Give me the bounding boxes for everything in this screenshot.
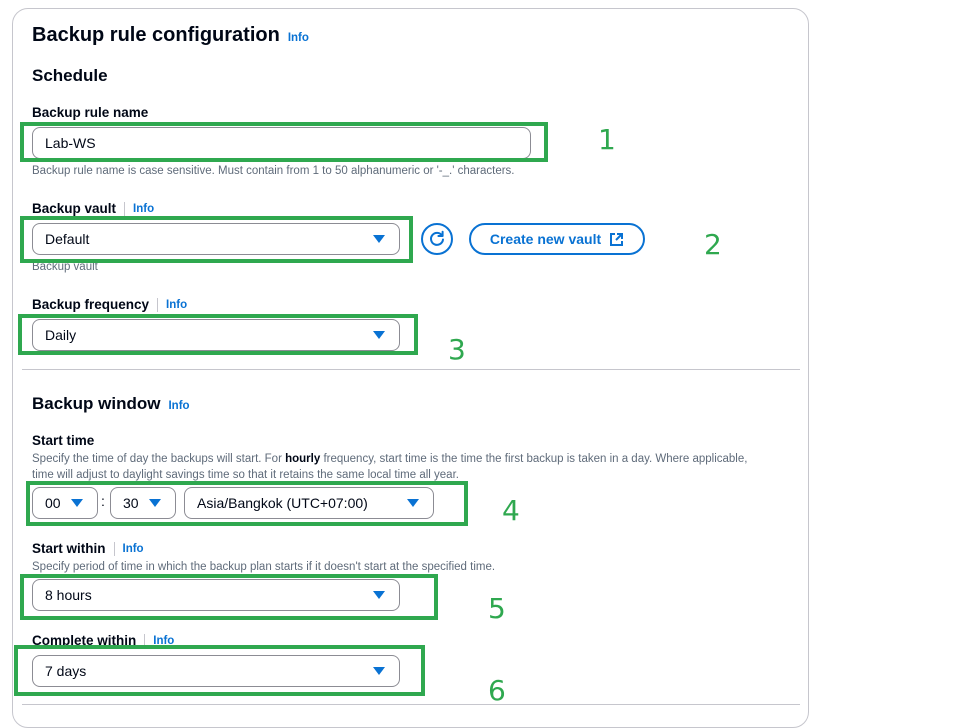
page-title: Backup rule configuration — [32, 24, 280, 46]
start-time-label: Start time — [32, 433, 95, 448]
complete-within-value: 7 days — [45, 663, 87, 679]
annotation-number-5: 5 — [488, 592, 506, 625]
vault-select[interactable]: Default — [32, 223, 400, 255]
schedule-heading: Schedule — [32, 66, 108, 85]
create-vault-label: Create new vault — [489, 231, 602, 247]
panel-header: Backup rule configuration Info — [32, 24, 309, 47]
annotation-number-1: 1 — [598, 123, 616, 156]
caret-down-icon — [373, 667, 385, 675]
annotation-number-3: 3 — [448, 333, 466, 366]
caret-down-icon — [149, 499, 161, 507]
frequency-info-link[interactable]: Info — [166, 299, 187, 311]
vault-info-link[interactable]: Info — [133, 203, 154, 215]
complete-within-info-link[interactable]: Info — [153, 635, 174, 647]
frequency-label: Backup frequency — [32, 297, 150, 312]
start-minute-value: 30 — [123, 495, 139, 511]
separator — [144, 633, 146, 648]
section-divider — [22, 369, 800, 370]
caret-down-icon — [407, 499, 419, 507]
annotation-number-6: 6 — [488, 674, 506, 707]
start-hour-value: 00 — [45, 495, 61, 511]
start-time-hint: Specify the time of day the backups will… — [32, 451, 762, 483]
frequency-select[interactable]: Daily — [32, 319, 400, 351]
refresh-button[interactable] — [421, 223, 453, 255]
complete-within-label: Complete within — [32, 633, 137, 648]
start-within-select[interactable]: 8 hours — [32, 579, 400, 611]
window-heading: Backup window — [32, 394, 161, 413]
rule-name-hint: Backup rule name is case sensitive. Must… — [32, 165, 515, 177]
frequency-select-value: Daily — [45, 327, 77, 343]
caret-down-icon — [373, 235, 385, 243]
time-colon: : — [101, 493, 105, 509]
separator — [124, 201, 126, 216]
start-minute-select[interactable]: 30 — [110, 487, 176, 519]
annotation-number-2: 2 — [704, 228, 722, 261]
complete-within-select[interactable]: 7 days — [32, 655, 400, 687]
start-within-label: Start within — [32, 541, 106, 556]
refresh-icon — [430, 230, 444, 246]
window-heading-row: Backup window Info — [32, 394, 190, 414]
complete-within-label-row: Complete within Info — [32, 633, 174, 648]
start-within-value: 8 hours — [45, 587, 92, 603]
caret-down-icon — [373, 331, 385, 339]
rule-name-label: Backup rule name — [32, 105, 149, 120]
section-divider-bottom — [22, 704, 800, 705]
caret-down-icon — [373, 591, 385, 599]
start-within-info-link[interactable]: Info — [123, 543, 144, 555]
start-time-hint-text: Specify the time of day the backups will… — [32, 453, 286, 465]
vault-label-row: Backup vault Info — [32, 201, 154, 216]
vault-label: Backup vault — [32, 201, 117, 216]
start-within-label-row: Start within Info — [32, 541, 144, 556]
header-info-link[interactable]: Info — [288, 32, 309, 44]
start-time-hint-bold: hourly — [285, 453, 321, 465]
annotation-number-4: 4 — [502, 494, 520, 527]
rule-name-input[interactable]: Lab-WS — [32, 127, 531, 159]
separator — [157, 297, 159, 312]
external-link-icon — [610, 232, 624, 246]
start-within-hint: Specify period of time in which the back… — [32, 561, 496, 573]
caret-down-icon — [71, 499, 83, 507]
vault-hint: Backup vault — [32, 261, 98, 273]
window-info-link[interactable]: Info — [168, 400, 189, 412]
timezone-value: Asia/Bangkok (UTC+07:00) — [197, 495, 368, 511]
separator — [113, 541, 115, 556]
start-hour-select[interactable]: 00 — [32, 487, 98, 519]
create-vault-button[interactable]: Create new vault — [469, 223, 645, 255]
vault-select-value: Default — [45, 231, 90, 247]
timezone-select[interactable]: Asia/Bangkok (UTC+07:00) — [184, 487, 434, 519]
frequency-label-row: Backup frequency Info — [32, 297, 187, 312]
